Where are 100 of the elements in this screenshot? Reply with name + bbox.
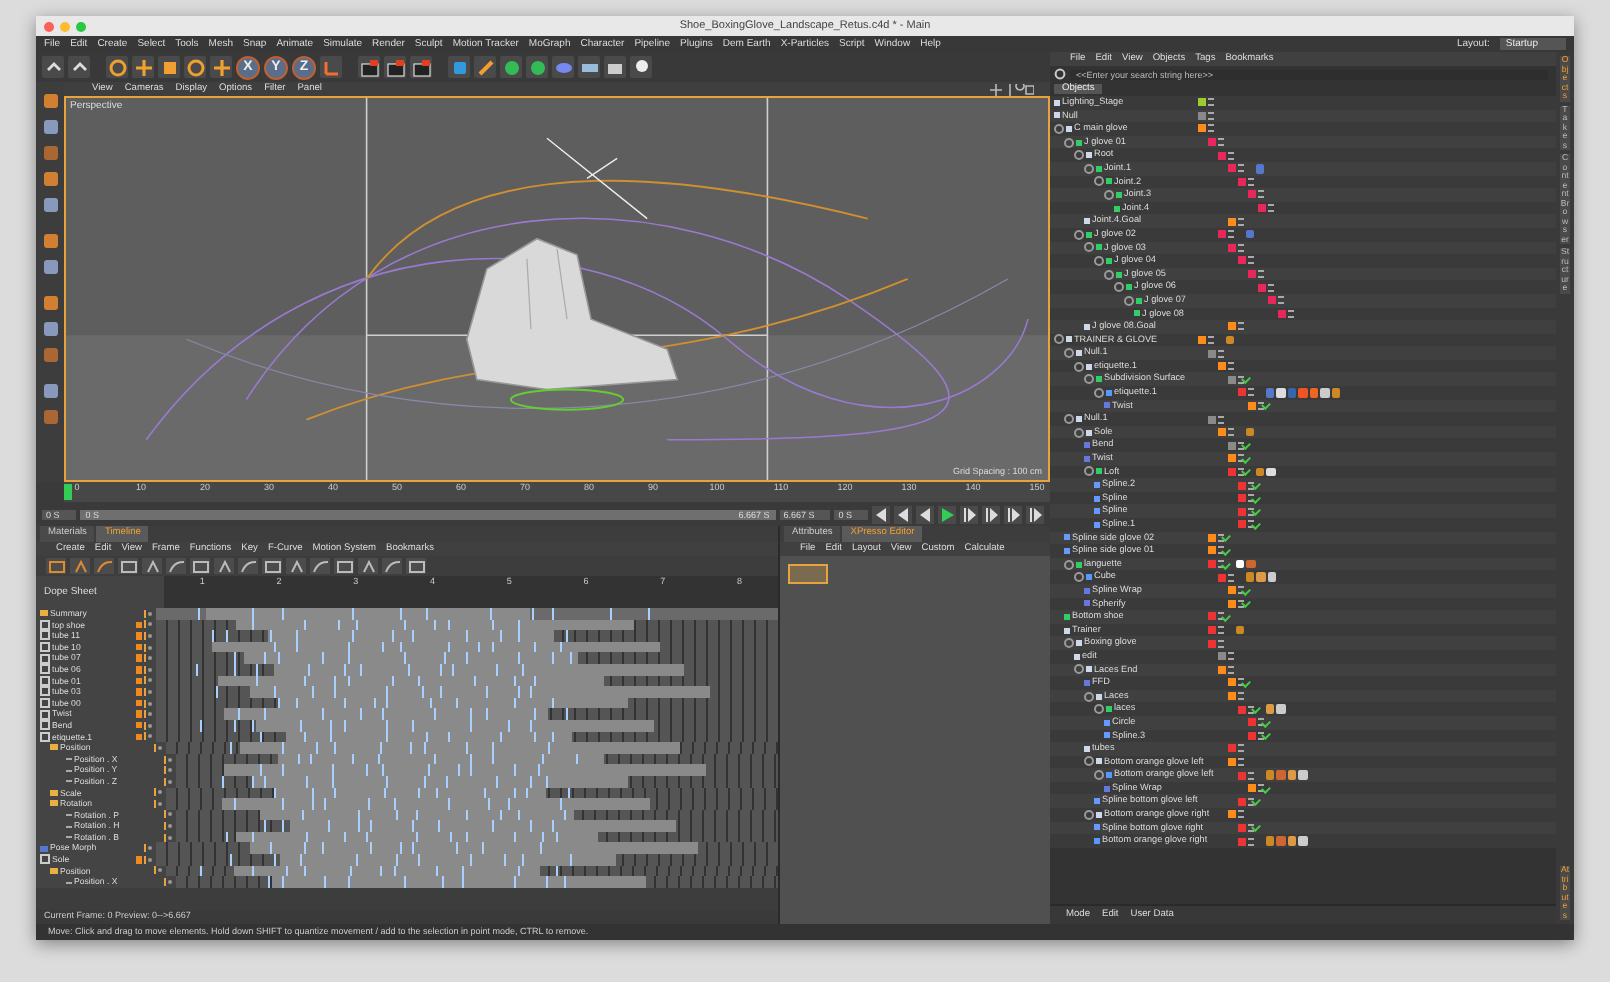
- layer-color-swatch[interactable]: [1238, 823, 1246, 832]
- enabled-check-icon[interactable]: [1241, 453, 1251, 464]
- layer-color-swatch[interactable]: [1248, 784, 1256, 793]
- layer-color-swatch[interactable]: [1208, 138, 1216, 147]
- object-tag-icon[interactable]: [1235, 559, 1244, 569]
- layer-color-swatch[interactable]: [1208, 533, 1216, 542]
- layer-color-swatch[interactable]: [1218, 665, 1226, 674]
- timeline-tool-icon[interactable]: [286, 558, 306, 574]
- render-tool-icon[interactable]: [410, 56, 432, 78]
- cube-tool-icon[interactable]: [448, 56, 470, 78]
- layer-color-swatch[interactable]: [1228, 692, 1236, 701]
- mode-tool-icon[interactable]: [39, 318, 61, 340]
- layer-color-swatch[interactable]: [1218, 573, 1226, 582]
- layer-color-swatch[interactable]: [1238, 177, 1246, 186]
- playback-control-icon[interactable]: [960, 505, 978, 523]
- layer-color-swatch[interactable]: [1208, 546, 1216, 555]
- layer-color-swatch[interactable]: [1238, 705, 1246, 714]
- layer-color-swatch[interactable]: [1218, 652, 1226, 661]
- viewport-navigation-icon[interactable]: [990, 83, 1034, 95]
- timeline-tool-icon[interactable]: [214, 558, 234, 574]
- enabled-check-icon[interactable]: [1251, 519, 1261, 530]
- layer-color-swatch[interactable]: [1238, 256, 1246, 265]
- layer-color-swatch[interactable]: [1278, 309, 1286, 318]
- layer-color-swatch[interactable]: [1228, 217, 1236, 226]
- mode-tool-icon[interactable]: [39, 344, 61, 366]
- enabled-check-icon[interactable]: [1241, 374, 1251, 385]
- enabled-check-icon[interactable]: [1251, 480, 1261, 490]
- close-window-button[interactable]: [44, 21, 54, 31]
- enabled-check-icon[interactable]: [1261, 730, 1271, 741]
- object-tag-icon[interactable]: [1265, 704, 1274, 714]
- playback-control-icon[interactable]: [982, 505, 1000, 523]
- layer-color-swatch[interactable]: [1258, 283, 1266, 292]
- layer-color-swatch[interactable]: [1208, 626, 1216, 635]
- layer-color-swatch[interactable]: [1248, 270, 1256, 279]
- enabled-check-icon[interactable]: [1251, 822, 1261, 833]
- mode-tool-icon[interactable]: [39, 168, 61, 190]
- enabled-check-icon[interactable]: [1221, 546, 1231, 556]
- layer-color-swatch[interactable]: [1248, 190, 1256, 199]
- expand-toggle-icon[interactable]: [1084, 809, 1094, 820]
- timeline-tool-icon[interactable]: [382, 558, 402, 574]
- enabled-check-icon[interactable]: [1241, 677, 1251, 688]
- object-tag-icon[interactable]: [1266, 467, 1275, 477]
- layer-color-swatch[interactable]: [1228, 441, 1236, 450]
- mode-tool-icon[interactable]: [39, 194, 61, 216]
- layer-color-swatch[interactable]: [1228, 164, 1236, 173]
- layer-color-swatch[interactable]: [1218, 362, 1226, 371]
- playback-control-icon[interactable]: [894, 505, 912, 523]
- layer-color-swatch[interactable]: [1228, 586, 1236, 595]
- expand-toggle-icon[interactable]: [1064, 638, 1074, 649]
- layer-color-swatch[interactable]: [1258, 204, 1266, 213]
- enabled-check-icon[interactable]: [1261, 400, 1271, 411]
- layer-color-swatch[interactable]: [1228, 467, 1236, 476]
- timeline-tool-icon[interactable]: [334, 558, 354, 574]
- layer-color-swatch[interactable]: [1198, 335, 1206, 344]
- timeline-tool-icon[interactable]: [46, 558, 66, 574]
- layer-color-swatch[interactable]: [1238, 494, 1246, 503]
- enabled-check-icon[interactable]: [1241, 598, 1251, 609]
- layer-color-swatch[interactable]: [1218, 230, 1226, 239]
- layer-color-swatch[interactable]: [1208, 639, 1216, 648]
- playback-control-icon[interactable]: [1004, 505, 1022, 523]
- layer-color-swatch[interactable]: [1228, 744, 1236, 753]
- layer-color-swatch[interactable]: [1208, 415, 1216, 424]
- render-tool-icon[interactable]: [358, 56, 380, 78]
- add-tool-icon[interactable]: [210, 56, 232, 78]
- enabled-check-icon[interactable]: [1251, 796, 1261, 807]
- layer-color-swatch[interactable]: [1238, 771, 1246, 780]
- enabled-check-icon[interactable]: [1221, 532, 1231, 543]
- pen-tool-icon[interactable]: [474, 56, 496, 78]
- enabled-check-icon[interactable]: [1251, 506, 1261, 517]
- layer-color-swatch[interactable]: [1248, 718, 1256, 727]
- scale-tool-icon[interactable]: [158, 56, 180, 78]
- layer-color-swatch[interactable]: [1228, 454, 1236, 463]
- layer-color-swatch[interactable]: [1198, 111, 1206, 120]
- layer-color-swatch[interactable]: [1218, 151, 1226, 160]
- playback-control-icon[interactable]: [916, 505, 934, 523]
- enabled-check-icon[interactable]: [1241, 466, 1251, 477]
- timeline-tool-icon[interactable]: [358, 558, 378, 574]
- layer-color-swatch[interactable]: [1238, 837, 1246, 846]
- layer-color-swatch[interactable]: [1248, 731, 1256, 740]
- mode-tool-icon[interactable]: [39, 230, 61, 252]
- enabled-check-icon[interactable]: [1261, 717, 1271, 728]
- mode-tool-icon[interactable]: [39, 406, 61, 428]
- mode-tool-icon[interactable]: [39, 292, 61, 314]
- coord-tool-icon[interactable]: [320, 56, 342, 78]
- layer-color-swatch[interactable]: [1228, 243, 1236, 252]
- playhead-handle[interactable]: [64, 484, 72, 500]
- timeline-tool-icon[interactable]: [406, 558, 426, 574]
- xpresso-node[interactable]: [788, 564, 828, 584]
- layer-color-swatch[interactable]: [1238, 797, 1246, 806]
- playback-control-icon[interactable]: [1026, 505, 1044, 523]
- enabled-check-icon[interactable]: [1221, 611, 1231, 622]
- object-tag-icon[interactable]: [1287, 836, 1296, 846]
- layer-color-swatch[interactable]: [1238, 520, 1246, 529]
- object-tag-icon[interactable]: [1267, 572, 1276, 582]
- mode-tool-icon[interactable]: [39, 380, 61, 402]
- timeline-tool-icon[interactable]: [142, 558, 162, 574]
- layer-color-swatch[interactable]: [1228, 375, 1236, 384]
- layer-color-swatch[interactable]: [1238, 388, 1246, 397]
- timeline-tool-icon[interactable]: [190, 558, 210, 574]
- layer-color-swatch[interactable]: [1208, 349, 1216, 358]
